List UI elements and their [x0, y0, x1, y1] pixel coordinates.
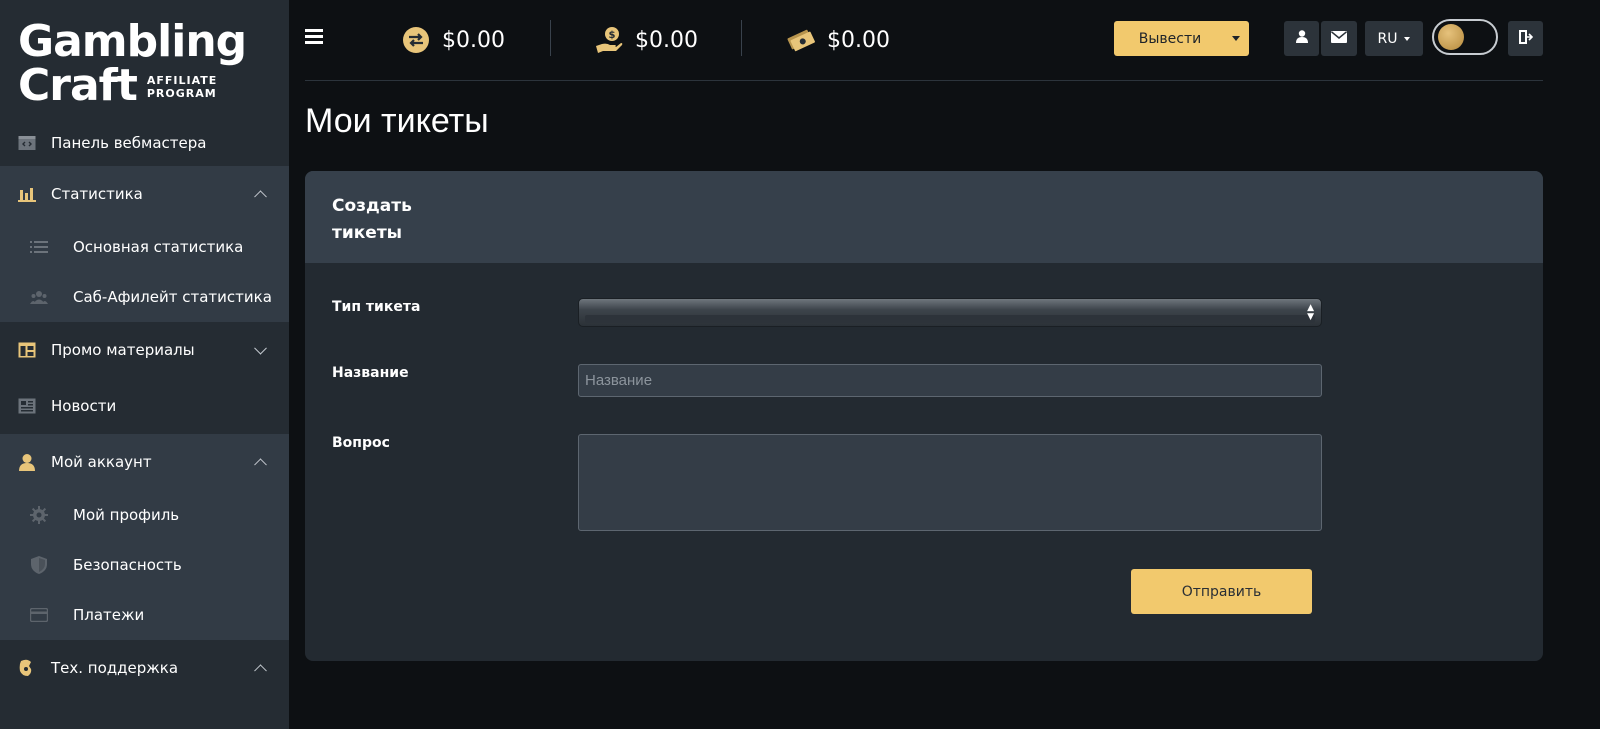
sidebar-item-label: Панель вебмастера [51, 134, 207, 152]
question-textarea[interactable] [578, 434, 1322, 531]
exchange-icon [402, 26, 430, 54]
theme-toggle[interactable] [1432, 19, 1498, 55]
balance-hold: $ $0.00 [595, 24, 698, 56]
messages-button[interactable] [1321, 21, 1357, 56]
sidebar-item-label: Тех. поддержка [51, 659, 179, 677]
cash-icon [787, 26, 815, 54]
chevron-up-icon [254, 190, 267, 204]
sidebar-item-label: Саб-Афилейт статистика [73, 288, 272, 306]
logout-button[interactable] [1508, 21, 1543, 56]
brand-sub2: PROGRAM [146, 87, 217, 100]
card-header: Создать тикеты [305, 171, 1543, 263]
balance-paid: $0.00 [787, 24, 890, 56]
language-select[interactable]: RU [1365, 21, 1423, 56]
dashboard-icon [18, 134, 36, 152]
toggle-knob [1438, 24, 1464, 50]
caret-down-icon[interactable] [1232, 36, 1240, 41]
chevron-up-icon [254, 458, 267, 472]
balance-value: $0.00 [442, 27, 505, 53]
sidebar-item-label: Новости [51, 397, 117, 415]
balance-exchange: $0.00 [402, 24, 505, 56]
mail-icon [1331, 30, 1347, 47]
sidebar-item-statistics[interactable]: Статистика [0, 166, 289, 222]
user-icon [1295, 30, 1308, 47]
balance-value: $0.00 [827, 27, 890, 53]
sidebar-item-news[interactable]: Новости [0, 378, 289, 434]
logout-icon [1518, 29, 1533, 48]
support-icon [18, 659, 36, 677]
brand-line1: Gambling [18, 16, 247, 67]
sidebar-item-dashboard[interactable]: Панель вебмастера [0, 120, 289, 166]
submit-button[interactable]: Отправить [1131, 569, 1312, 614]
chevron-down-icon [254, 341, 267, 355]
sidebar-item-main-statistics[interactable]: Основная статистика [0, 222, 289, 272]
select-arrows-icon: ▲ ▼ [1307, 303, 1314, 322]
sidebar-item-label: Основная статистика [73, 238, 244, 256]
profile-button[interactable] [1284, 21, 1319, 56]
gear-icon [30, 506, 48, 524]
title-input[interactable] [578, 364, 1322, 397]
sidebar-item-label: Промо материалы [51, 341, 195, 359]
sidebar-item-label: Платежи [73, 606, 145, 624]
sidebar-item-support[interactable]: Тех. поддержка [0, 640, 289, 696]
brand-sub1: AFFILIATE [146, 74, 218, 87]
language-label: RU [1377, 30, 1398, 47]
ticket-type-select[interactable]: ▲ ▼ [578, 298, 1322, 327]
sidebar-item-label: Статистика [51, 185, 143, 203]
sidebar-item-account[interactable]: Мой аккаунт [0, 434, 289, 490]
withdraw-label: Вывести [1138, 30, 1202, 47]
brand-logo[interactable]: Gambling Craft AFFILIATE PROGRAM [0, 0, 289, 120]
page-title: Мои тикеты [305, 102, 489, 140]
sidebar-item-promo[interactable]: Промо материалы [0, 322, 289, 378]
list-icon [30, 238, 48, 256]
sidebar-item-label: Безопасность [73, 556, 182, 574]
sidebar-item-security[interactable]: Безопасность [0, 540, 289, 590]
hand-money-icon: $ [595, 26, 623, 54]
brand-line2: Craft [18, 60, 138, 111]
newspaper-icon [18, 397, 36, 415]
top-bar: $0.00 $ $0.00 $0.00 Вывести RU [305, 0, 1543, 81]
sidebar-item-label: Мой аккаунт [51, 453, 152, 471]
sidebar-item-label: Мой профиль [73, 506, 180, 524]
menu-toggle-icon[interactable] [305, 29, 323, 44]
chevron-up-icon [254, 664, 267, 678]
balance-value: $0.00 [635, 27, 698, 53]
title-label: Название [332, 365, 409, 381]
create-ticket-card: Создать тикеты Тип тикета ▲▼ Название Во… [305, 171, 1543, 661]
ticket-type-label: Тип тикета [332, 299, 421, 315]
sidebar-item-payments[interactable]: Платежи [0, 590, 289, 640]
question-label: Вопрос [332, 435, 390, 451]
layout-icon [18, 341, 36, 359]
bar-chart-icon [18, 185, 36, 203]
sidebar: Gambling Craft AFFILIATE PROGRAM Панель … [0, 0, 289, 729]
caret-down-icon [1404, 36, 1411, 41]
user-icon [18, 453, 36, 471]
shield-icon [30, 556, 48, 574]
withdraw-button[interactable]: Вывести [1114, 21, 1249, 56]
sidebar-item-subaffiliate-statistics[interactable]: Саб-Афилейт статистика [0, 272, 289, 322]
users-icon [30, 288, 48, 306]
sidebar-item-profile[interactable]: Мой профиль [0, 490, 289, 540]
card-icon [30, 606, 48, 624]
svg-text:$: $ [609, 30, 616, 41]
card-title: Создать тикеты [332, 196, 412, 243]
